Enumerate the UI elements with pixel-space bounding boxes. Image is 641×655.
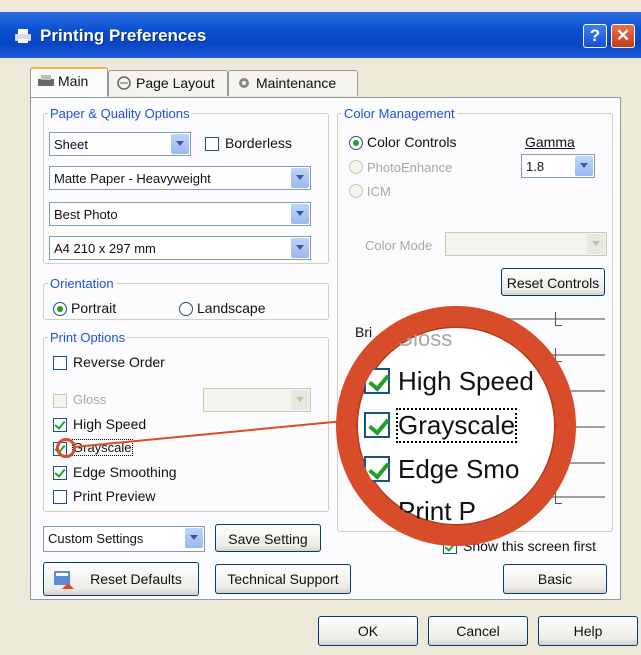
gamma-select[interactable]: 1.8 — [521, 154, 595, 178]
reset-defaults-label: Reset Defaults — [90, 571, 182, 587]
paper-size-value: A4 210 x 297 mm — [54, 241, 156, 256]
magnifier-callout: Gloss High Speed Grayscale Edge Smo Prin… — [336, 306, 576, 546]
landscape-label: Landscape — [197, 300, 266, 316]
sheet-select[interactable]: Sheet — [49, 132, 191, 156]
print-preview-label: Print Preview — [73, 488, 156, 504]
reset-defaults-button[interactable]: Reset Defaults — [43, 562, 199, 596]
gamma-label: Gamma — [525, 134, 575, 150]
maintenance-icon — [239, 78, 249, 88]
ok-button[interactable]: OK — [318, 616, 418, 646]
magnified-print-preview-label: Print P — [398, 496, 477, 526]
gloss-label: Gloss — [73, 392, 107, 407]
gamma-value: 1.8 — [526, 159, 545, 174]
icm-radio[interactable] — [349, 184, 363, 198]
orientation-legend: Orientation — [50, 276, 114, 291]
brightness-slider-thumb[interactable] — [555, 312, 562, 326]
gloss-select[interactable] — [203, 388, 311, 412]
chevron-down-icon — [587, 234, 605, 254]
color-mode-select[interactable] — [445, 232, 607, 256]
chevron-down-icon — [291, 204, 309, 224]
printer-icon — [38, 75, 54, 86]
print-quality-value: Best Photo — [54, 207, 118, 222]
magnified-edge-smoothing-label: Edge Smo — [398, 454, 520, 484]
color-mode-label: Color Mode — [365, 238, 433, 253]
custom-settings-value: Custom Settings — [48, 531, 144, 546]
reverse-order-label: Reverse Order — [73, 354, 165, 370]
landscape-radio[interactable] — [179, 302, 193, 316]
chevron-down-icon — [291, 168, 309, 188]
highlight-circle — [56, 438, 76, 458]
color-controls-radio[interactable] — [349, 136, 363, 150]
basic-button[interactable]: Basic — [503, 564, 607, 594]
tab-maintenance[interactable]: Maintenance — [228, 70, 358, 96]
help-title-button[interactable]: ? — [583, 24, 607, 48]
borderless-label: Borderless — [225, 135, 292, 151]
chevron-down-icon — [185, 528, 203, 548]
chevron-down-icon — [575, 156, 593, 176]
tab-main-label: Main — [58, 73, 89, 89]
high-speed-label: High Speed — [73, 416, 147, 432]
title-bar[interactable]: Printing Preferences ? ✕ — [0, 12, 641, 58]
magnified-grayscale-checkbox — [364, 412, 390, 438]
print-options-legend: Print Options — [50, 330, 126, 345]
print-preview-checkbox[interactable] — [53, 490, 67, 504]
page-layout-icon — [117, 76, 131, 90]
tab-page-layout-label: Page Layout — [136, 75, 215, 91]
media-type-select[interactable]: Matte Paper - Heavyweight — [49, 166, 311, 190]
chevron-down-icon — [291, 390, 309, 410]
magnified-high-speed-label: High Speed — [398, 366, 534, 396]
reset-defaults-icon — [54, 571, 74, 589]
portrait-label: Portrait — [71, 300, 117, 316]
help-button[interactable]: Help — [538, 616, 638, 646]
printing-preferences-window: Printing Preferences ? ✕ Main Page Layou… — [0, 0, 641, 655]
color-management-legend: Color Management — [344, 106, 455, 121]
photo-enhance-radio[interactable] — [349, 160, 363, 174]
high-speed-checkbox[interactable] — [53, 418, 67, 432]
magnified-grayscale-label: Grayscale — [395, 408, 518, 443]
paper-size-select[interactable]: A4 210 x 297 mm — [49, 236, 311, 260]
print-quality-select[interactable]: Best Photo — [49, 202, 311, 226]
technical-support-button[interactable]: Technical Support — [215, 564, 351, 594]
tab-main[interactable]: Main — [30, 67, 108, 97]
magnifier-content: Gloss High Speed Grayscale Edge Smo Prin… — [356, 326, 556, 526]
magnified-edge-smoothing-checkbox — [364, 456, 390, 482]
color-controls-label: Color Controls — [367, 134, 457, 150]
portrait-radio[interactable] — [53, 302, 67, 316]
paper-quality-legend: Paper & Quality Options — [50, 106, 190, 121]
icm-label: ICM — [367, 184, 391, 199]
reset-controls-button[interactable]: Reset Controls — [501, 268, 605, 296]
printer-icon — [15, 29, 31, 43]
photo-enhance-label: PhotoEnhance — [367, 160, 453, 175]
magnified-high-speed-checkbox — [364, 368, 390, 394]
brightness-slider[interactable] — [501, 318, 605, 320]
cancel-button[interactable]: Cancel — [428, 616, 528, 646]
window-title: Printing Preferences — [40, 26, 207, 45]
edge-smoothing-label: Edge Smoothing — [73, 464, 177, 480]
chevron-down-icon — [171, 134, 189, 154]
sheet-value: Sheet — [54, 137, 88, 152]
magnified-gloss-label: Gloss — [396, 326, 453, 351]
borderless-checkbox[interactable] — [205, 137, 219, 151]
save-setting-button[interactable]: Save Setting — [215, 524, 321, 552]
media-type-value: Matte Paper - Heavyweight — [54, 171, 211, 186]
gloss-checkbox[interactable] — [53, 394, 67, 408]
tab-page-layout[interactable]: Page Layout — [108, 70, 228, 96]
custom-settings-select[interactable]: Custom Settings — [43, 526, 205, 552]
chevron-down-icon — [291, 238, 309, 258]
edge-smoothing-checkbox[interactable] — [53, 466, 67, 480]
reverse-order-checkbox[interactable] — [53, 356, 67, 370]
close-button[interactable]: ✕ — [611, 24, 635, 48]
tab-maintenance-label: Maintenance — [256, 75, 337, 91]
